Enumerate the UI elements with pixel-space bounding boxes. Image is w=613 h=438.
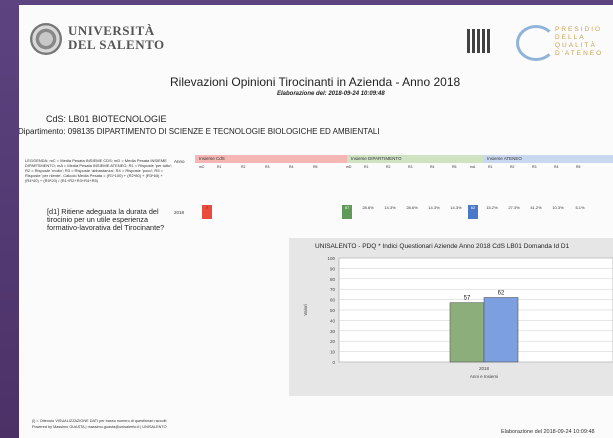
y-tick-label: 100 xyxy=(327,256,335,261)
presidio-logo-icon xyxy=(516,25,556,61)
university-line-1: UNIVERSITÀ xyxy=(68,23,155,38)
dip-value-cell: 14.3% xyxy=(384,205,396,210)
dip-value-cell: 14.3% xyxy=(450,205,462,210)
bar-data-label: 62 xyxy=(498,291,505,297)
y-axis-label: Valori xyxy=(303,304,308,315)
ateneo-value-cell: 15.2% xyxy=(486,205,498,210)
col-header: R2 xyxy=(241,165,246,169)
col-header: mC xyxy=(199,165,205,169)
col-header: R1 xyxy=(364,165,369,169)
bar-chart: 0 10 20 30 40 50 60 70 80 90 100 57 62 2018 Anni e Ins… xyxy=(303,256,613,379)
y-tick-label: 20 xyxy=(330,339,336,344)
question-year: 2018 xyxy=(174,210,185,215)
col-header: R5 xyxy=(576,165,581,169)
ateneo-value-cell: 10.3% xyxy=(552,205,564,210)
qr-code-icon xyxy=(467,29,491,53)
question-text: [d1] Ritiene adeguata la durata del tiro… xyxy=(47,207,165,233)
university-line-2: DEL SALENTO xyxy=(68,37,165,52)
footer-credit: Powered by Massimo GUASTA | massimo.guas… xyxy=(32,425,167,429)
report-page: UNIVERSITÀ DEL SALENTO PRESIDIO DELLA QU… xyxy=(19,5,613,438)
col-header: R3 xyxy=(265,165,270,169)
y-tick-label: 40 xyxy=(330,318,336,323)
col-header: R1 xyxy=(217,165,222,169)
cds-label: CdS: LB01 BIOTECNOLOGIE xyxy=(46,114,167,124)
bar-series-2 xyxy=(483,297,519,363)
university-seal-icon xyxy=(30,23,62,55)
anno-header: Anno xyxy=(174,159,185,164)
col-header: mA xyxy=(470,165,476,169)
dip-value-cell: 28.6% xyxy=(362,205,374,210)
y-tick-label: 90 xyxy=(330,266,336,271)
y-tick-label: 30 xyxy=(330,329,336,334)
x-axis-label: Anni e Insiemi xyxy=(470,374,498,379)
col-header: R4 xyxy=(554,165,559,169)
cds-mean-cell: ? xyxy=(202,205,212,219)
footer-elaboration: Elaborazione del 2018-09-24 10:09:48 xyxy=(501,429,595,435)
y-tick-label: 60 xyxy=(330,298,336,303)
group-header-cds: Insieme CdS xyxy=(195,155,349,163)
group-header-ateneo: Insieme ATENEO xyxy=(483,155,613,163)
ateneo-value-cell: 41.2% xyxy=(530,205,542,210)
ateneo-value-cell: 27.3% xyxy=(508,205,520,210)
bar-data-label: 57 xyxy=(464,296,471,302)
col-header: R2 xyxy=(510,165,515,169)
col-header: R4 xyxy=(430,165,435,169)
col-header: R3 xyxy=(408,165,413,169)
presidio-line-2: DELLA QUALITÀ xyxy=(555,34,597,49)
bar-series-1 xyxy=(449,302,485,363)
col-header: R3 xyxy=(532,165,537,169)
x-tick-label: 2018 xyxy=(479,366,490,371)
presidio-line-1: PRESIDIO xyxy=(555,26,603,33)
y-tick-label: 70 xyxy=(330,287,336,292)
report-title: Rilevazioni Opinioni Tirocinanti in Azie… xyxy=(170,75,461,89)
dip-value-cell: 14.3% xyxy=(428,205,440,210)
table-legend: LEGGENDA: mC = Media Pesata INSIEME CDS;… xyxy=(25,158,173,183)
report-elaboration-date: Elaborazione del: 2018-09-24 10:09:48 xyxy=(277,91,385,97)
col-header: R4 xyxy=(289,165,294,169)
group-header-dip: Insieme DIPARTIMENTO xyxy=(347,155,485,163)
col-header: R1 xyxy=(488,165,493,169)
dip-mean-cell: 57 xyxy=(342,205,352,219)
y-tick-label: 50 xyxy=(330,308,336,313)
col-header: R5 xyxy=(313,165,318,169)
university-name: UNIVERSITÀ DEL SALENTO xyxy=(68,24,165,52)
department-label: Dipartimento: 098135 DIPARTIMENTO DI SCI… xyxy=(19,127,380,136)
col-header: R2 xyxy=(386,165,391,169)
col-header: R5 xyxy=(452,165,457,169)
y-tick-label: 10 xyxy=(330,350,336,355)
y-tick-label: 80 xyxy=(330,277,336,282)
dip-value-cell: 28.6% xyxy=(406,205,418,210)
ateneo-value-cell: 5.1% xyxy=(575,205,585,210)
footer-note: (l) = Ottenuto VISUALIZZAZIONE DATI per … xyxy=(32,419,167,423)
col-header: mD xyxy=(346,165,352,169)
presidio-name: PRESIDIO DELLA QUALITÀ D'ATENEO xyxy=(555,26,613,58)
y-tick-label: 0 xyxy=(332,360,335,365)
ateneo-mean-cell: 62 xyxy=(468,205,478,219)
presidio-line-3: D'ATENEO xyxy=(555,50,604,57)
